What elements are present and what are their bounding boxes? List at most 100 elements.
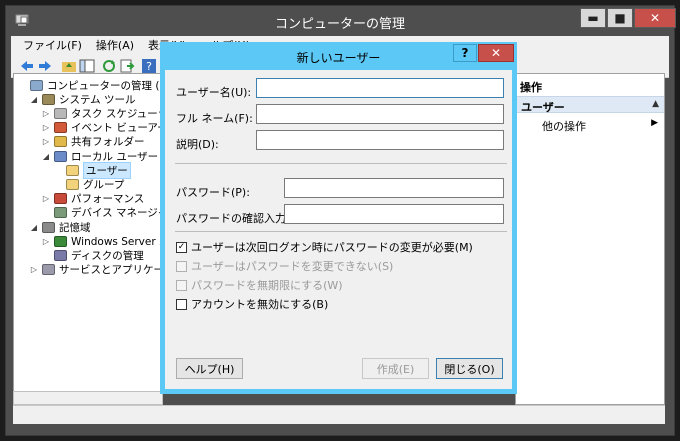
tree-expander-icon[interactable]: ◢ [42, 152, 50, 161]
tree-expander-icon[interactable]: ▷ [42, 194, 50, 203]
tree-item[interactable]: ▷ サービスとアプリケーション [30, 263, 163, 277]
forward-arrow-icon[interactable] [37, 58, 53, 74]
fullname-label: フル ネーム(F): [176, 112, 253, 125]
dialog-help-action-button[interactable]: ヘルプ(H) [176, 358, 243, 379]
more-actions-item[interactable]: 他の操作 [542, 118, 586, 134]
actions-header: 操作 [520, 81, 542, 94]
collapse-caret-icon[interactable]: ▲ [652, 99, 659, 109]
password-input[interactable] [284, 178, 504, 198]
maximize-button[interactable]: ■ [607, 8, 633, 28]
tree-expander-icon[interactable]: ◢ [30, 95, 38, 104]
folder-icon [66, 178, 79, 190]
tree-item[interactable]: ◢ システム ツール [30, 92, 136, 106]
dialog-titlebar[interactable]: 新しいユーザー ? ✕ [160, 42, 517, 70]
tree-item[interactable]: ▷ Windows Server バックアップ [42, 234, 162, 248]
menu-file[interactable]: ファイル(F) [23, 37, 82, 53]
menu-action[interactable]: 操作(A) [96, 37, 134, 53]
password-never-expires-label: パスワードを無期限にする(W) [191, 279, 343, 292]
main-titlebar[interactable]: コンピューターの管理 ▬ ■ ✕ [6, 6, 676, 36]
tree-item-label: システム ツール [59, 93, 136, 106]
tree-item[interactable]: ディスクの管理 [42, 248, 144, 262]
checkbox-icon[interactable] [176, 298, 187, 310]
shared-folder-icon [54, 136, 67, 148]
dialog-separator-mid [175, 231, 507, 232]
tree-item-label: イベント ビューアー [71, 122, 163, 135]
dialog-close-button[interactable]: ✕ [478, 44, 514, 62]
checkbox-icon[interactable] [176, 279, 187, 291]
password-never-expires-checkbox[interactable]: パスワードを無期限にする(W) [176, 277, 343, 293]
account-disabled-label: アカウントを無効にする(B) [191, 298, 329, 311]
tree-item-label: サービスとアプリケーション [59, 264, 163, 277]
refresh-icon[interactable] [101, 58, 117, 74]
tree-item[interactable]: グループ [54, 177, 124, 191]
tree-horizontal-scrollbar[interactable] [13, 391, 163, 405]
tree-item-label: タスク スケジューラ [71, 107, 163, 120]
main-window-title: コンピューターの管理 [274, 17, 405, 32]
users-icon [54, 150, 67, 162]
cannot-change-password-checkbox[interactable]: ユーザーはパスワードを変更できない(S) [176, 258, 393, 274]
backup-icon [54, 235, 67, 247]
fullname-input[interactable] [256, 104, 504, 124]
computer-icon [30, 79, 43, 91]
tree-item[interactable]: ◢ 記憶域 [30, 220, 91, 234]
account-disabled-checkbox[interactable]: アカウントを無効にする(B) [176, 296, 328, 312]
tree-item[interactable]: ユーザー [54, 161, 131, 179]
event-viewer-icon [54, 122, 67, 134]
confirm-password-input[interactable] [284, 204, 504, 224]
minimize-button[interactable]: ▬ [580, 8, 606, 28]
disk-icon [54, 249, 67, 261]
performance-icon [54, 193, 67, 205]
password-label: パスワード(P): [176, 186, 250, 199]
services-icon [42, 264, 55, 276]
up-folder-icon[interactable] [61, 58, 77, 74]
tree-expander-icon[interactable]: ◢ [30, 223, 38, 232]
username-label: ユーザー名(U): [176, 86, 252, 99]
tree-item-label: Windows Server バックアップ [71, 235, 162, 248]
tree-expander-icon[interactable]: ▷ [30, 265, 38, 274]
clock-icon [54, 107, 67, 119]
help-icon[interactable]: ? [141, 58, 157, 74]
checkbox-checked-icon[interactable]: ✓ [176, 241, 187, 253]
tree-item[interactable]: ▷ 共有フォルダー [42, 135, 145, 149]
must-change-password-label: ユーザーは次回ログオン時にパスワードの変更が必要(M) [191, 241, 473, 254]
close-dialog-button[interactable]: 閉じる(O) [436, 358, 503, 379]
username-input[interactable] [256, 78, 504, 98]
checkbox-icon[interactable] [176, 260, 187, 272]
tools-icon [42, 93, 55, 105]
show-console-tree-icon[interactable] [79, 58, 95, 74]
tree-expander-icon[interactable]: ▷ [42, 123, 50, 132]
submenu-arrow-icon[interactable]: ▶ [651, 118, 658, 128]
tree-item-label: コンピューターの管理 (ローカル) [47, 79, 162, 92]
export-list-icon[interactable] [119, 58, 135, 74]
tree-item-label: グループ [83, 178, 125, 191]
tree-item[interactable]: ▷ イベント ビューアー [42, 121, 163, 135]
actions-section-users[interactable]: ユーザー ▲ [516, 96, 664, 114]
folder-icon [66, 164, 79, 176]
description-input[interactable] [256, 130, 504, 150]
svg-text:?: ? [146, 60, 152, 73]
create-button[interactable]: 作成(E) [362, 358, 429, 379]
actions-pane: 操作 ユーザー ▲ 他の操作 ▶ [515, 73, 665, 405]
tree-expander-icon[interactable]: ▷ [42, 109, 50, 118]
tree-item-label: 共有フォルダー [71, 136, 145, 149]
tree-item[interactable]: デバイス マネージャー [42, 206, 162, 220]
storage-icon [42, 221, 55, 233]
status-bar [13, 405, 665, 424]
tree-expander-icon[interactable]: ▷ [42, 237, 50, 246]
tree-item-label: パフォーマンス [71, 193, 145, 206]
actions-section-label: ユーザー [521, 101, 565, 114]
tree-expander-icon[interactable]: ▷ [42, 137, 50, 146]
must-change-password-checkbox[interactable]: ✓ ユーザーは次回ログオン時にパスワードの変更が必要(M) [176, 239, 473, 255]
tree-item[interactable]: ▷ タスク スケジューラ [42, 106, 163, 120]
new-user-dialog: 新しいユーザー ? ✕ ユーザー名(U): フル ネーム(F): 説明(D): … [160, 42, 517, 394]
description-label: 説明(D): [176, 138, 219, 151]
close-window-button[interactable]: ✕ [634, 8, 676, 28]
tree-item-label: 記憶域 [59, 221, 91, 234]
cannot-change-password-label: ユーザーはパスワードを変更できない(S) [191, 260, 394, 273]
dialog-help-button[interactable]: ? [453, 44, 477, 62]
tree-item[interactable]: コンピューターの管理 (ローカル) [18, 78, 162, 92]
back-arrow-icon[interactable] [19, 58, 35, 74]
console-tree: コンピューターの管理 (ローカル) ◢ システム ツール ▷ タスク スケジューラ ▷ イベ… [13, 73, 163, 393]
tree-item[interactable]: ▷ パフォーマンス [42, 192, 144, 206]
tree-item-label: デバイス マネージャー [71, 207, 162, 220]
